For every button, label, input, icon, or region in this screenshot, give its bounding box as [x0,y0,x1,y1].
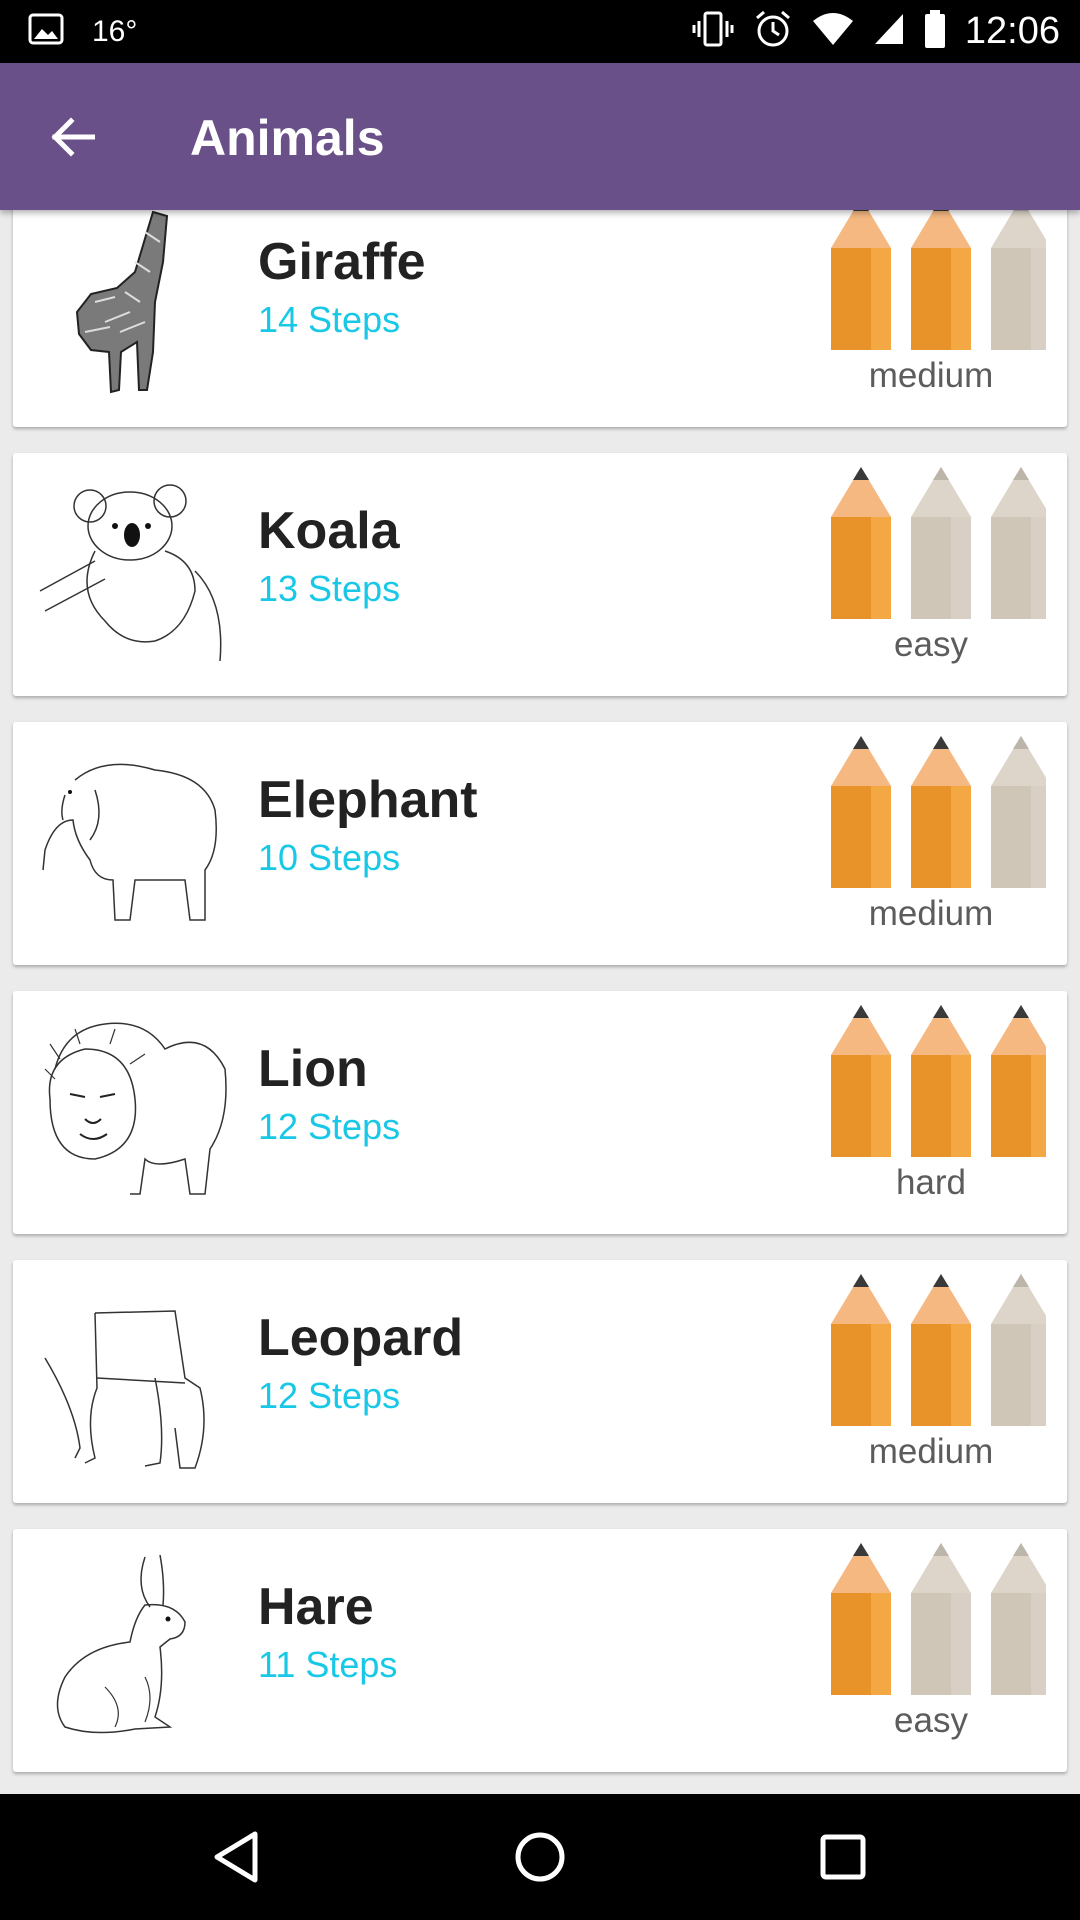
pencil-active-icon [911,736,971,888]
pencil-inactive-icon [991,736,1046,888]
pencil-active-icon [831,1543,891,1695]
list-item-lion[interactable]: Lion 12 Steps hard [13,991,1067,1234]
list-item-giraffe[interactable]: Giraffe 14 Steps medium [13,210,1067,427]
difficulty-label: easy [894,625,968,664]
item-name: Giraffe [258,233,426,291]
pencil-active-icon [831,1005,891,1157]
item-name: Leopard [258,1309,464,1367]
leopard-drawing-image [44,1310,205,1469]
square-recents-icon [820,1834,866,1880]
battery-icon [923,9,947,54]
difficulty-label: medium [868,894,994,933]
pencil-active-icon [911,1274,971,1426]
item-steps: 11 Steps [258,1644,398,1685]
pencil-inactive-icon [991,210,1046,350]
circle-home-icon [515,1832,565,1882]
animal-list[interactable]: Giraffe 14 Steps medium Koala 13 Steps e… [0,210,1080,1794]
hare-drawing-image [56,1554,186,1734]
pencil-active-icon [911,210,971,350]
pencil-active-icon [831,467,891,619]
difficulty-pencils [831,736,1046,888]
koala-drawing-image [39,484,222,662]
item-steps: 13 Steps [258,568,401,609]
difficulty-label: medium [868,356,994,395]
triangle-back-icon [214,1831,258,1883]
alarm-icon [753,9,793,54]
pencil-active-icon [831,1274,891,1426]
pencil-inactive-icon [911,467,971,619]
list-item-koala[interactable]: Koala 13 Steps easy [13,453,1067,696]
difficulty-pencils [831,467,1046,619]
cell-signal-icon [873,12,905,51]
item-name: Elephant [258,771,478,829]
difficulty-pencils [831,210,1046,350]
difficulty-pencils [831,1005,1046,1157]
difficulty-label: hard [895,1163,967,1202]
item-steps: 10 Steps [258,837,401,878]
item-steps: 12 Steps [258,1106,401,1147]
pencil-active-icon [911,1005,971,1157]
item-name: Hare [258,1578,374,1636]
image-notification-icon [28,13,64,50]
pencil-active-icon [831,736,891,888]
pencil-active-icon [831,210,891,350]
difficulty-pencils [831,1543,1046,1695]
system-nav-bar [0,1794,1080,1920]
item-steps: 12 Steps [258,1375,401,1416]
difficulty-label: medium [868,1432,994,1471]
arrow-back-icon [51,117,95,157]
status-bar: 16° 12:06 [0,0,1080,63]
pencil-inactive-icon [991,1274,1046,1426]
item-name: Lion [258,1040,368,1098]
vibrate-icon [691,11,735,52]
difficulty-label: easy [894,1701,968,1740]
page-title: Animals [190,110,385,166]
wifi-icon [811,11,855,52]
giraffe-drawing-image [75,210,169,394]
nav-home-button[interactable] [505,1822,575,1892]
list-item-hare[interactable]: Hare 11 Steps easy [13,1529,1067,1772]
pencil-active-icon [991,1005,1046,1157]
app-bar: Animals [0,63,1080,210]
nav-back-button[interactable] [201,1822,271,1892]
back-button[interactable] [34,99,110,175]
lion-drawing-image [44,1022,227,1195]
temperature-text: 16° [92,14,138,48]
difficulty-pencils [831,1274,1046,1426]
list-item-elephant[interactable]: Elephant 10 Steps medium [13,722,1067,965]
item-name: Koala [258,502,400,560]
pencil-inactive-icon [911,1543,971,1695]
item-steps: 14 Steps [258,299,401,340]
clock-text: 12:06 [964,10,1060,52]
elephant-drawing-image [42,763,217,921]
list-item-leopard[interactable]: Leopard 12 Steps medium [13,1260,1067,1503]
pencil-inactive-icon [991,467,1046,619]
pencil-inactive-icon [991,1543,1046,1695]
nav-recents-button[interactable] [808,1822,878,1892]
